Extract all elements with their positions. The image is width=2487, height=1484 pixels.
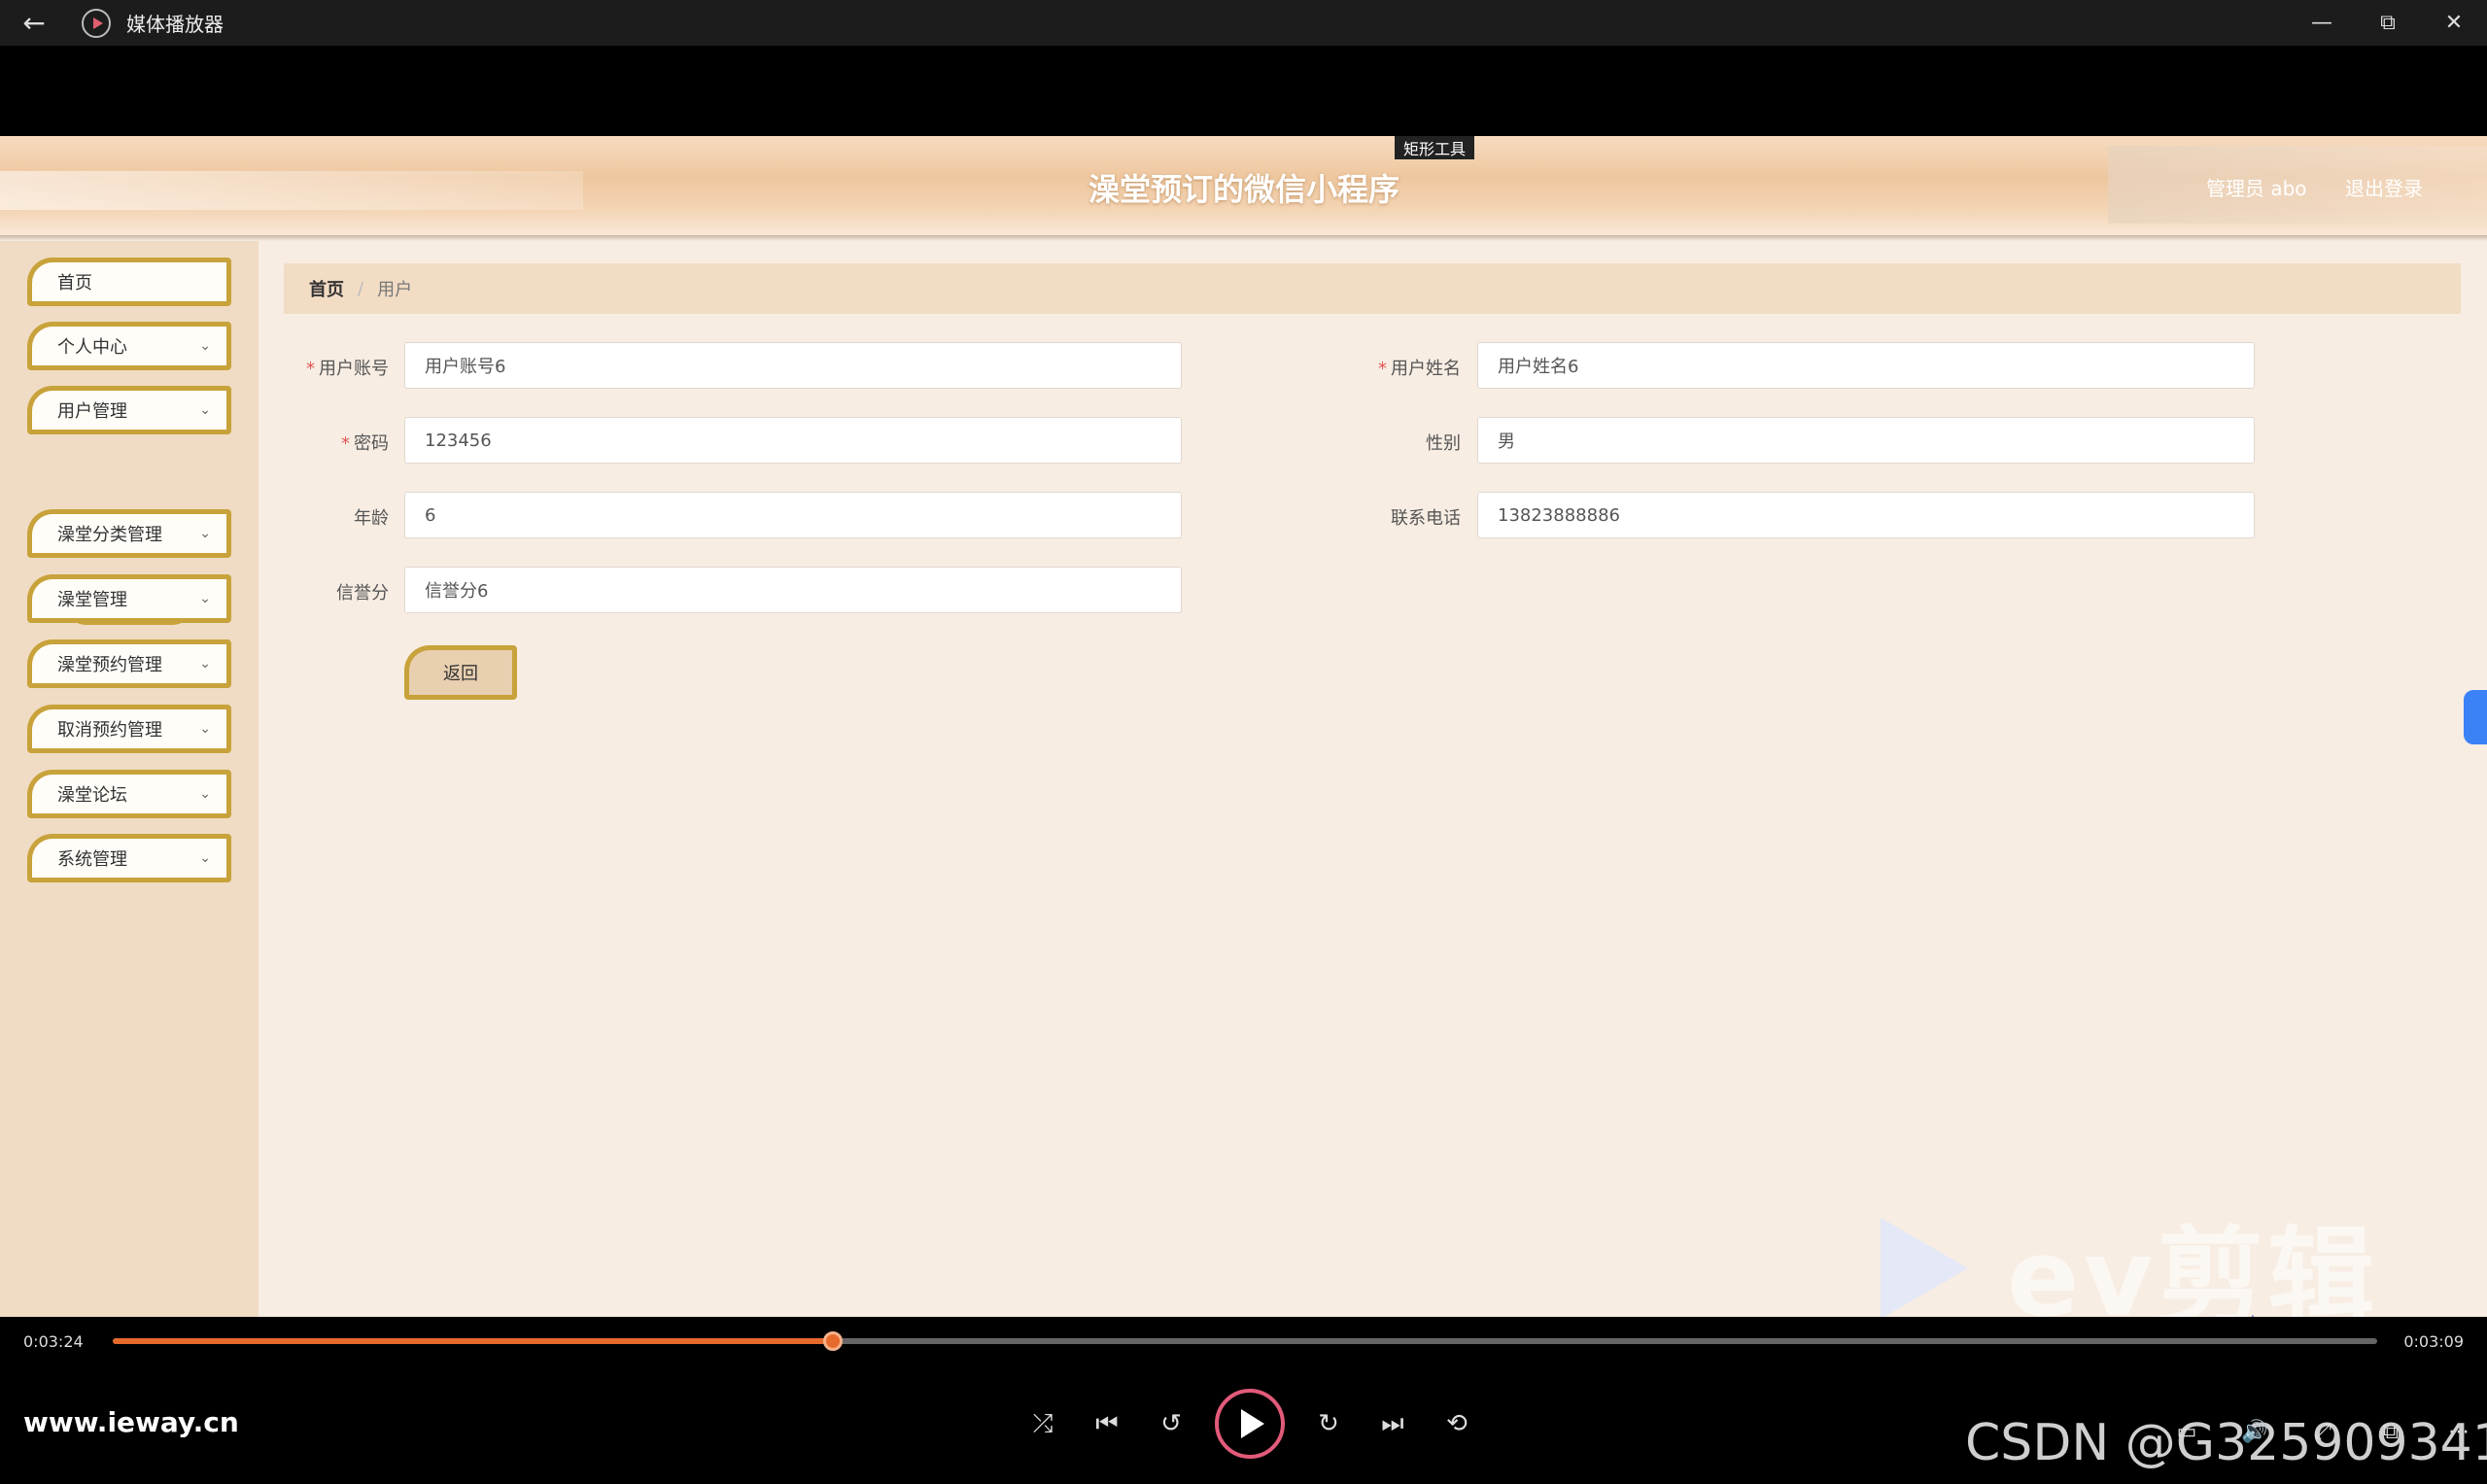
media-player-controls: 0:03:24 0:03:09 www.ieway.cn ⤮ ⏮ ↺ ↻ ⏭ ⟲… <box>0 1317 2487 1484</box>
account-input[interactable]: 用户账号6 <box>404 342 1182 389</box>
name-input[interactable]: 用户姓名6 <box>1477 342 2255 389</box>
chevron-down-icon: ⌄ <box>199 526 211 541</box>
phone-label: 联系电话 <box>1391 508 1461 529</box>
fullscreen-icon[interactable]: ⤢ <box>2303 1412 2342 1451</box>
required-mark: * <box>1378 359 1387 379</box>
breadcrumb-separator: / <box>358 278 364 299</box>
more-options-icon[interactable]: ⋯ <box>2439 1412 2478 1451</box>
sidebar-item-label: 系统管理 <box>57 849 127 870</box>
age-label: 年龄 <box>354 508 389 529</box>
back-button[interactable]: 返回 <box>404 645 517 700</box>
seek-bar-thumb[interactable] <box>822 1331 843 1351</box>
volume-icon[interactable]: 🔊 <box>2235 1412 2274 1451</box>
sidebar-item-label: 澡堂预约管理 <box>57 655 162 675</box>
main-content: 首页 / 用户 * 用户账号 用户账号6 * 用户姓名 用户姓名6 * 密码 1234… <box>262 241 2461 1317</box>
age-input[interactable]: 6 <box>404 492 1182 538</box>
floating-side-tab[interactable] <box>2464 690 2487 744</box>
phone-input[interactable]: 13823888886 <box>1477 492 2255 538</box>
previous-icon[interactable]: ⏮ <box>1075 1392 1139 1456</box>
window-controls: — ⧉ ✕ <box>2289 0 2487 46</box>
chevron-down-icon: ⌄ <box>199 338 211 354</box>
breadcrumb: 首页 / 用户 <box>284 263 2461 314</box>
sidebar-item-label: 取消预约管理 <box>57 720 162 741</box>
account-label: * 用户账号 <box>262 355 389 380</box>
gender-label: 性别 <box>1426 433 1461 454</box>
back-arrow-icon[interactable]: ← <box>0 0 68 46</box>
subtitles-icon[interactable]: ▭ <box>2167 1412 2206 1451</box>
sidebar-item-bath-management[interactable]: 澡堂管理 ⌄ <box>27 574 231 623</box>
chevron-down-icon: ⌄ <box>199 402 211 418</box>
media-player-app-icon <box>82 8 111 38</box>
chevron-down-icon: ⌄ <box>199 786 211 802</box>
window-titlebar: ← 媒体播放器 — ⧉ ✕ <box>0 0 2487 46</box>
watermark-text: ev剪辑 <box>2007 1216 2379 1317</box>
name-label-text: 用户姓名 <box>1391 359 1461 379</box>
rewind-10-icon[interactable]: ↺ <box>1139 1392 1203 1456</box>
sidebar-item-home[interactable]: 首页 <box>27 258 231 306</box>
miniplayer-icon[interactable]: ⧉ <box>2371 1412 2410 1451</box>
forward-30-icon[interactable]: ↻ <box>1296 1392 1361 1456</box>
logout-link[interactable]: 退出登录 <box>2345 173 2423 201</box>
password-label: * 密码 <box>262 430 389 455</box>
sidebar-item-cancel-booking[interactable]: 取消预约管理 ⌄ <box>27 705 231 753</box>
window-title: 媒体播放器 <box>126 13 224 36</box>
seek-bar-fill <box>113 1338 833 1344</box>
site-header: 矩形工具 澡堂预订的微信小程序 管理员 abo 退出登录 <box>0 136 2487 238</box>
ev-watermark: ev剪辑 <box>1881 1216 2378 1317</box>
admin-user-label: 管理员 abo <box>2206 177 2307 200</box>
video-frame: 矩形工具 澡堂预订的微信小程序 管理员 abo 退出登录 首页 个人中心 ⌄ 用… <box>0 136 2487 1317</box>
chevron-down-icon: ⌄ <box>199 656 211 672</box>
password-label-text: 密码 <box>354 433 389 454</box>
sidebar: 首页 个人中心 ⌄ 用户管理 ⌄ 用户 澡堂分类管理 ⌄ 澡堂管理 ⌄ 澡堂预约… <box>0 241 259 1317</box>
sidebar-item-bath-forum[interactable]: 澡堂论坛 ⌄ <box>27 770 231 818</box>
chevron-down-icon: ⌄ <box>199 850 211 866</box>
chevron-down-icon: ⌄ <box>199 721 211 737</box>
credit-label: 信誉分 <box>336 583 389 604</box>
sidebar-item-label: 澡堂管理 <box>57 590 127 610</box>
seek-bar[interactable] <box>113 1331 2377 1351</box>
account-label-text: 用户账号 <box>319 359 389 379</box>
sidebar-item-user-management[interactable]: 用户管理 ⌄ <box>27 386 231 434</box>
chevron-down-icon: ⌄ <box>199 591 211 606</box>
header-decoration-left <box>0 171 583 210</box>
rect-tool-label: 矩形工具 <box>1395 136 1474 159</box>
player-extra-controls: ▭ 🔊 ⤢ ⧉ ⋯ <box>2167 1412 2478 1451</box>
required-mark: * <box>341 433 350 454</box>
current-time: 0:03:24 <box>23 1332 84 1351</box>
breadcrumb-current: 用户 <box>377 280 413 300</box>
name-label: * 用户姓名 <box>1334 355 1461 380</box>
sidebar-item-label: 澡堂分类管理 <box>57 525 162 545</box>
repeat-icon[interactable]: ⟲ <box>1425 1392 1489 1456</box>
sidebar-item-system-management[interactable]: 系统管理 ⌄ <box>27 834 231 882</box>
sidebar-item-bath-category[interactable]: 澡堂分类管理 ⌄ <box>27 509 231 558</box>
shuffle-icon[interactable]: ⤮ <box>1011 1392 1075 1456</box>
required-mark: * <box>306 359 315 379</box>
breadcrumb-home[interactable]: 首页 <box>309 276 344 301</box>
sidebar-item-label: 首页 <box>57 273 92 293</box>
site-title: 澡堂预订的微信小程序 <box>1088 171 1400 208</box>
password-input[interactable]: 123456 <box>404 417 1182 464</box>
minimize-icon[interactable]: — <box>2289 0 2355 46</box>
restore-icon[interactable]: ⧉ <box>2355 0 2421 46</box>
site-url-label: www.ieway.cn <box>23 1406 239 1438</box>
sidebar-item-label: 个人中心 <box>57 337 127 358</box>
input-method-tray-icon: 中 • ⌨ ▦ <box>2245 1310 2363 1317</box>
credit-input[interactable]: 信誉分6 <box>404 567 1182 613</box>
sidebar-item-personal-center[interactable]: 个人中心 ⌄ <box>27 322 231 370</box>
close-icon[interactable]: ✕ <box>2421 0 2487 46</box>
gender-select[interactable]: 男 <box>1477 417 2255 464</box>
sidebar-item-label: 澡堂论坛 <box>57 785 127 806</box>
play-button[interactable] <box>1215 1389 1285 1459</box>
ev-logo-icon <box>1881 1218 1968 1317</box>
total-time: 0:03:09 <box>2403 1332 2464 1351</box>
sidebar-item-bath-booking[interactable]: 澡堂预约管理 ⌄ <box>27 639 231 688</box>
playback-controls: ⤮ ⏮ ↺ ↻ ⏭ ⟲ <box>1011 1385 1489 1463</box>
next-icon[interactable]: ⏭ <box>1361 1392 1425 1456</box>
sidebar-item-label: 用户管理 <box>57 401 127 422</box>
